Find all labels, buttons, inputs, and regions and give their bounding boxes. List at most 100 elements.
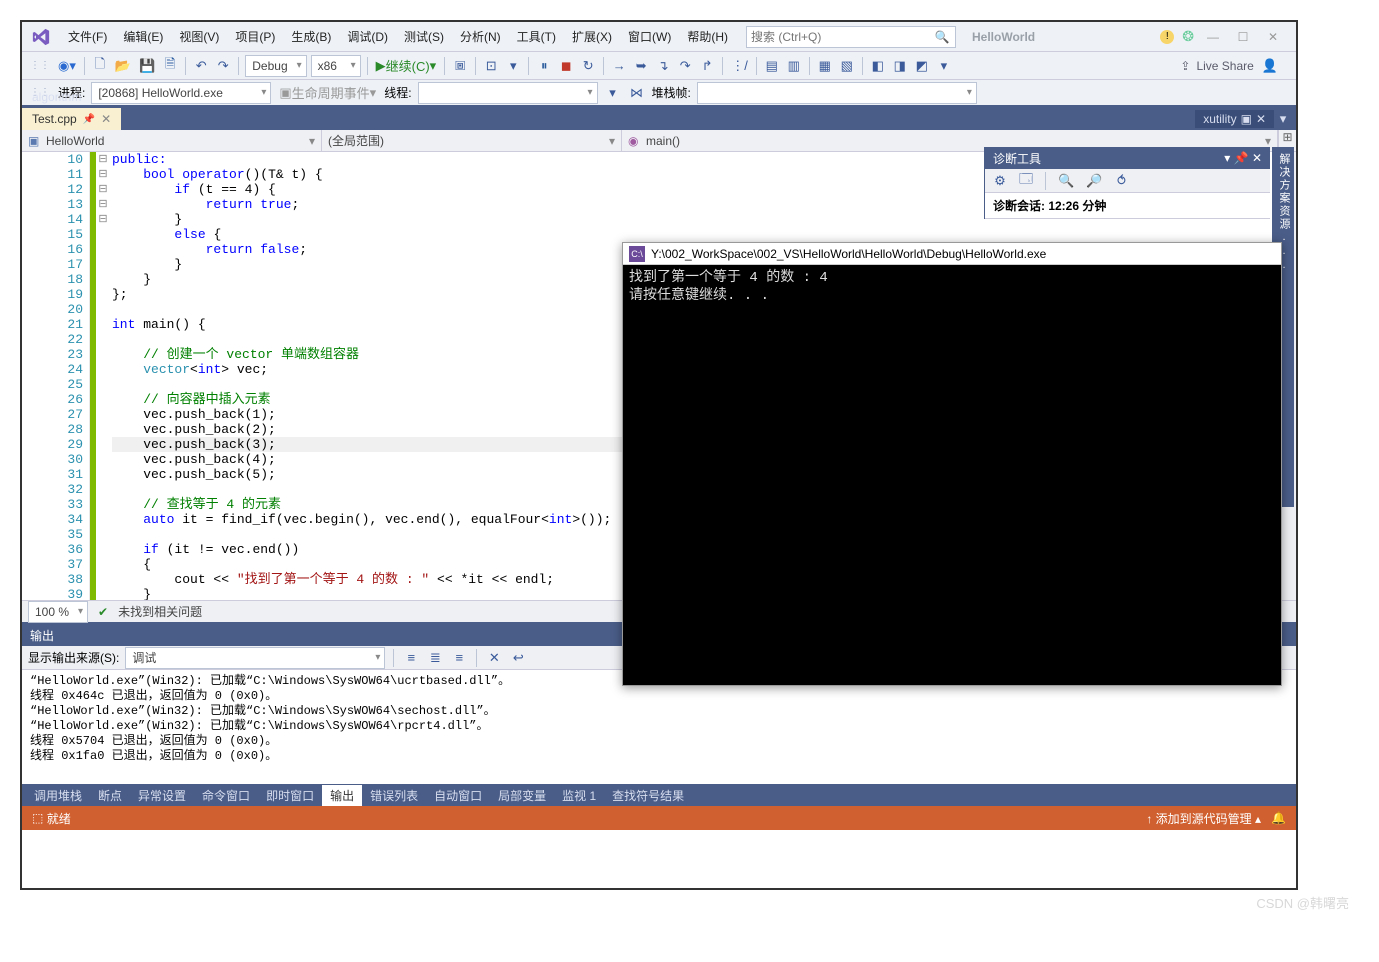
toolbar-button[interactable]: ▤ (763, 55, 781, 77)
lifecycle-events-button[interactable]: ▣ 生命周期事件 ▾ (277, 82, 378, 104)
active-files-dropdown[interactable]: ▾ (1274, 108, 1292, 130)
output-button[interactable]: ≡ (402, 647, 420, 669)
menu-item[interactable]: 项目(P) (227, 26, 283, 48)
output-button[interactable]: ≣ (426, 647, 444, 669)
stop-debug-button[interactable]: ◼ (557, 55, 575, 77)
tool-window-tab[interactable]: 错误列表 (362, 785, 426, 806)
toolbar-button[interactable]: ◧ (869, 55, 887, 77)
tool-window-tab[interactable]: 异常设置 (130, 785, 194, 806)
save-all-button[interactable]: 🗎 (161, 55, 179, 77)
diag-settings-icon[interactable]: ⚙ (991, 170, 1009, 192)
toolbar-button[interactable]: ▾ (604, 82, 622, 104)
quick-launch-search[interactable]: 🔍 (746, 26, 956, 48)
notifications-icon[interactable]: 🔔 (1271, 811, 1286, 825)
promote-tab-icon[interactable]: ▣ (1241, 112, 1252, 126)
toolbar-button[interactable]: 🞖 (451, 55, 469, 77)
toolbar-button[interactable]: ▦ (816, 55, 834, 77)
source-control-button[interactable]: ↑ 添加到源代码管理 ▴ (1146, 810, 1261, 827)
menu-item[interactable]: 视图(V) (171, 26, 227, 48)
issues-status[interactable]: 未找到相关问题 (118, 603, 202, 620)
step-into-button[interactable]: ↴ (654, 55, 672, 77)
zoom-out-icon[interactable]: 🔎 (1084, 170, 1104, 192)
search-input[interactable] (751, 30, 933, 44)
diag-select-tools-icon[interactable]: 🗔 (1017, 170, 1035, 192)
pin-icon[interactable]: ▾ 📌 (1224, 151, 1248, 165)
notification-warning-icon[interactable]: ! (1160, 30, 1174, 44)
solution-platform-combo[interactable]: x86 (311, 55, 361, 77)
clear-output-button[interactable]: ✕ (485, 647, 503, 669)
tool-window-tab[interactable]: 断点 (90, 785, 130, 806)
undo-button[interactable]: ↶ (192, 55, 210, 77)
menu-item[interactable]: 窗口(W) (620, 26, 679, 48)
close-icon[interactable]: ✕ (1252, 151, 1262, 165)
restart-button[interactable]: ↻ (579, 55, 597, 77)
solution-config-combo[interactable]: Debug (245, 55, 306, 77)
nav-project-combo[interactable]: ▣ HelloWorld (22, 130, 322, 151)
console-output[interactable]: 找到了第一个等于 4 的数 : 4 请按任意键继续. . . (623, 265, 1281, 309)
redo-button[interactable]: ↷ (214, 55, 232, 77)
tool-window-tab[interactable]: 命令窗口 (194, 785, 258, 806)
close-icon[interactable]: ✕ (101, 112, 111, 126)
menu-item[interactable]: 扩展(X) (564, 26, 620, 48)
step-out-button[interactable]: ↱ (698, 55, 716, 77)
toolbar-button[interactable]: ▥ (785, 55, 803, 77)
minimize-button[interactable]: — (1202, 26, 1224, 48)
tool-window-tab[interactable]: 局部变量 (490, 785, 554, 806)
live-share-button[interactable]: Live Share (1196, 59, 1253, 73)
menu-item[interactable]: 调试(D) (339, 26, 396, 48)
document-tab[interactable]: Test.cpp📌✕ (22, 108, 121, 130)
toolbar-button[interactable]: ◨ (891, 55, 909, 77)
menu-item[interactable]: 分析(N) (452, 26, 509, 48)
close-button[interactable]: ✕ (1262, 26, 1284, 48)
account-icon[interactable]: 👤 (1260, 55, 1280, 77)
nav-scope-combo[interactable]: (全局范围) (322, 130, 622, 151)
tool-window-tab[interactable]: 查找符号结果 (604, 785, 692, 806)
continue-button[interactable]: ▶ 继续(C) ▾ (374, 55, 439, 77)
step-over-button[interactable]: ↷ (676, 55, 694, 77)
show-next-statement-button[interactable]: ➥ (632, 55, 650, 77)
zoom-in-icon[interactable]: 🔍 (1056, 170, 1076, 192)
output-button[interactable]: ≡ (450, 647, 468, 669)
menu-item[interactable]: 帮助(H) (679, 26, 736, 48)
close-icon[interactable]: ✕ (1256, 112, 1266, 126)
toolbar-button[interactable]: ◩ (913, 55, 931, 77)
menu-item[interactable]: 文件(F) (60, 26, 115, 48)
new-project-button[interactable]: 🗋 (91, 55, 109, 77)
console-titlebar[interactable]: C:\ Y:\002_WorkSpace\002_VS\HelloWorld\H… (623, 243, 1281, 265)
toolbar-button[interactable]: ▾ (504, 55, 522, 77)
output-text[interactable]: “HelloWorld.exe”(Win32): 已加载“C:\Windows\… (22, 670, 1296, 784)
reset-view-icon[interactable]: ⥀ (1112, 170, 1130, 192)
toolbar-button[interactable]: ⋮/ (729, 55, 750, 77)
search-icon[interactable]: 🔍 (933, 30, 951, 44)
pin-icon[interactable]: 📌 (83, 114, 95, 125)
zoom-combo[interactable]: 100 % (28, 601, 88, 623)
tool-window-tab[interactable]: 输出 (322, 785, 362, 806)
menu-item[interactable]: 工具(T) (509, 26, 564, 48)
outlining-margin[interactable]: ⊟⊟⊟⊟⊟ (96, 152, 110, 600)
toolbar-button[interactable]: ▾ (935, 55, 953, 77)
nav-back-button[interactable]: ◉▾ (56, 55, 78, 77)
maximize-button[interactable]: ☐ (1232, 26, 1254, 48)
tool-window-tab[interactable]: 自动窗口 (426, 785, 490, 806)
toolbar-button[interactable]: ▧ (838, 55, 856, 77)
feedback-icon[interactable]: ❂ (1182, 28, 1194, 45)
toolbar-grip-icon[interactable]: ⋮⋮ (28, 60, 52, 71)
process-combo[interactable]: [20868] HelloWorld.exe (91, 82, 271, 104)
tool-window-tab[interactable]: 监视 1 (554, 785, 604, 806)
console-window[interactable]: C:\ Y:\002_WorkSpace\002_VS\HelloWorld\H… (622, 242, 1282, 686)
output-source-combo[interactable]: 调试 (125, 647, 385, 669)
tool-window-tab[interactable]: 调用堆栈 (26, 785, 90, 806)
step-button[interactable]: → (610, 55, 628, 77)
thread-combo[interactable] (418, 82, 598, 104)
stackframe-combo[interactable] (697, 82, 977, 104)
menu-item[interactable]: 测试(S) (396, 26, 452, 48)
toggle-wordwrap-button[interactable]: ↩ (509, 647, 527, 669)
tool-window-tab[interactable]: 即时窗口 (258, 785, 322, 806)
glyph-margin[interactable] (22, 152, 40, 600)
open-file-button[interactable]: 📂 (113, 55, 133, 77)
preview-tab[interactable]: xutility ▣ ✕ (1195, 110, 1274, 128)
save-button[interactable]: 💾 (137, 55, 157, 77)
break-all-button[interactable]: ⏸ (535, 55, 553, 77)
toolbar-button[interactable]: ⊡ (482, 55, 500, 77)
menu-item[interactable]: 编辑(E) (115, 26, 171, 48)
